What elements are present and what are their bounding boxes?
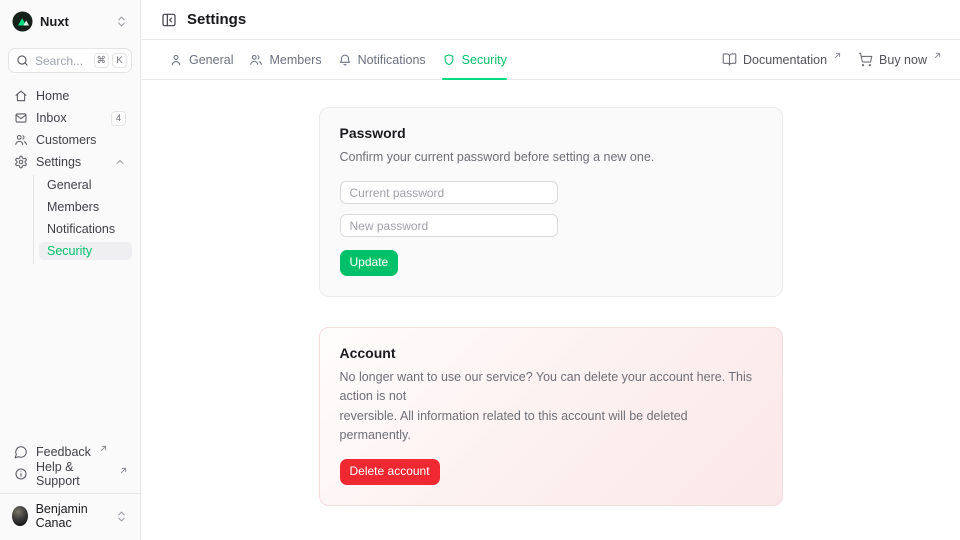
home-icon [14,89,28,103]
workspace-switcher[interactable]: Nuxt [8,8,132,35]
avatar [12,506,28,526]
password-card-description: Confirm your current password before set… [340,148,762,167]
kbd-meta: ⌘ [94,53,110,68]
app-root: Nuxt Search... ⌘ K Home [0,0,960,540]
chevron-up-down-icon [115,15,128,28]
info-icon [14,467,28,481]
account-card-title: Account [340,345,762,361]
sidebar-item-label: General [47,178,91,192]
header-links: Documentation Buy now [722,52,940,67]
inbox-count-badge: 4 [111,111,126,126]
password-card-title: Password [340,125,762,141]
sidebar-item-label: Security [47,244,92,258]
tab-notifications[interactable]: Notifications [338,40,426,79]
search-placeholder: Search... [35,54,83,68]
users-icon [14,133,28,147]
sidebar-item-label: Customers [36,133,96,147]
account-card-description: No longer want to use our service? You c… [340,368,762,446]
password-card: Password Confirm your current password b… [319,107,783,297]
sidebar-item-home[interactable]: Home [8,87,132,105]
account-description-line: No longer want to use our service? You c… [340,368,762,407]
account-card: Account No longer want to use our servic… [319,327,783,506]
gear-icon [14,155,28,169]
sidebar-item-security[interactable]: Security [39,242,132,260]
bell-icon [338,53,352,67]
external-link-icon [100,445,107,452]
tabs: General Members Notifications [169,40,507,79]
user-menu[interactable]: Benjamin Canac [8,494,132,534]
sidebar-nav: Home Inbox 4 Customers Settings [8,87,132,264]
sidebar-item-inbox[interactable]: Inbox 4 [8,109,132,127]
link-label: Buy now [879,53,927,67]
account-description-line: reversible. All information related to t… [340,407,762,446]
kbd-k: K [112,53,127,68]
sidebar-item-label: Members [47,200,99,214]
sidebar-item-label: Home [36,89,69,103]
shield-icon [442,53,456,67]
sidebar-item-feedback[interactable]: Feedback [8,443,132,461]
inbox-icon [14,111,28,125]
search-icon [16,54,29,67]
sidebar-item-notifications[interactable]: Notifications [39,220,132,238]
security-content: Password Confirm your current password b… [141,80,960,540]
tab-label: Security [462,53,507,67]
sidebar-item-label: Feedback [36,445,91,459]
book-icon [722,52,737,67]
tab-label: Members [269,53,321,67]
external-link-icon [120,467,127,474]
tab-members[interactable]: Members [249,40,321,79]
main-panel: Settings General Members [141,0,960,540]
user-name: Benjamin Canac [36,502,107,530]
sidebar-item-label: Notifications [47,222,115,236]
nuxt-logo [12,11,33,32]
sidebar-item-help-support[interactable]: Help & Support [8,465,132,483]
tab-label: Notifications [358,53,426,67]
sidebar-item-customers[interactable]: Customers [8,131,132,149]
chevron-up-down-icon [115,510,128,523]
tab-general[interactable]: General [169,40,233,79]
external-link-icon [934,52,941,59]
users-icon [249,53,263,67]
link-label: Documentation [743,53,827,67]
workspace-name: Nuxt [40,14,69,29]
sidebar-collapse-icon[interactable] [161,12,177,28]
tab-security[interactable]: Security [442,40,507,79]
buy-now-link[interactable]: Buy now [858,52,940,67]
sidebar-item-settings[interactable]: Settings [8,153,132,171]
sidebar-item-members[interactable]: Members [39,198,132,216]
external-link-icon [834,52,841,59]
chat-bubble-icon [14,445,28,459]
tab-label: General [189,53,233,67]
page-header: Settings [141,0,960,40]
user-icon [169,53,183,67]
sidebar-item-label: Settings [36,155,81,169]
settings-subnav: General Members Notifications Security [33,175,132,264]
sidebar-footer: Feedback Help & Support Benjamin Canac [8,443,132,534]
search-shortcut: ⌘ K [94,53,128,68]
sidebar: Nuxt Search... ⌘ K Home [0,0,141,540]
current-password-field[interactable] [340,181,558,204]
delete-account-button[interactable]: Delete account [340,459,440,485]
sidebar-item-label: Help & Support [36,460,111,488]
sidebar-item-label: Inbox [36,111,67,125]
documentation-link[interactable]: Documentation [722,52,840,67]
update-password-button[interactable]: Update [340,250,399,276]
page-title: Settings [187,11,246,28]
cart-icon [858,52,873,67]
new-password-field[interactable] [340,214,558,237]
search-input[interactable]: Search... ⌘ K [8,48,132,73]
settings-tabbar: General Members Notifications [141,40,960,80]
chevron-up-icon [114,156,126,168]
sidebar-item-general[interactable]: General [39,176,132,194]
